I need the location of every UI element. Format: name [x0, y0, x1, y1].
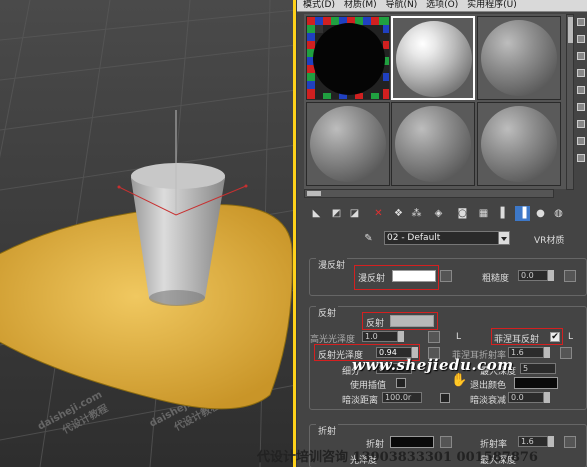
highlight-box	[491, 328, 563, 345]
ior-map-button[interactable]	[564, 436, 576, 448]
material-preview-sphere	[310, 106, 386, 182]
menu-options[interactable]: 选项(O)	[426, 0, 458, 10]
material-name-dropdown[interactable]	[498, 231, 510, 245]
material-preview-sphere	[396, 21, 472, 97]
dim-distance-label: 暗淡距离	[342, 396, 379, 406]
make-preview-icon[interactable]	[577, 103, 585, 111]
material-editor: 模式(D) 材质(M) 导航(N) 选项(O) 实用程序(U) ◣ ◩ ◪ ✕ …	[297, 0, 587, 467]
material-preview-sphere	[481, 20, 557, 96]
menu-mode[interactable]: 模式(D)	[303, 0, 335, 10]
get-material-icon[interactable]: ◣	[309, 206, 324, 221]
material-preview-sphere	[481, 106, 557, 182]
slots-horizontal-scrollbar[interactable]	[304, 189, 554, 198]
menu-material[interactable]: 材质(M)	[344, 0, 377, 10]
sample-slot-4[interactable]	[306, 102, 390, 186]
sample-slot-2[interactable]	[391, 16, 475, 100]
fresnel-lock-label[interactable]: L	[568, 332, 573, 342]
footer-caption: 代设计培训咨询 13903833301 001587876	[257, 450, 538, 465]
checker-background-icon	[307, 17, 389, 99]
make-copy-icon[interactable]: ❖	[391, 206, 406, 221]
background-icon[interactable]	[577, 52, 585, 60]
slots-vertical-scrollbar[interactable]	[566, 14, 574, 190]
fresnel-ior-map-button[interactable]	[560, 347, 572, 359]
side-toolbar	[577, 14, 587, 194]
material-name-row: ✎ 02 - Default VR材质	[309, 229, 587, 249]
sample-slot-5[interactable]	[391, 102, 475, 186]
dim-distance-checkbox[interactable]	[440, 393, 450, 403]
fresnel-ior-spinner-arrows[interactable]	[544, 347, 550, 358]
refraction-group-title: 折射	[316, 424, 339, 437]
select-by-material-icon[interactable]	[577, 137, 585, 145]
viewport[interactable]: daisheji.com 代设计教程 daisheji.com 代设计教程	[0, 0, 296, 467]
sample-slot-3[interactable]	[477, 16, 561, 100]
backlight-icon[interactable]	[577, 35, 585, 43]
active-viewport-border	[293, 0, 296, 467]
go-to-parent-icon[interactable]: ▐	[515, 206, 530, 221]
material-type-button[interactable]: VR材质	[534, 233, 564, 246]
sample-slot-1[interactable]	[306, 16, 390, 100]
material-navigator-icon[interactable]	[577, 154, 585, 162]
material-name-field[interactable]: 02 - Default	[384, 231, 510, 245]
ior-spinner-arrows[interactable]	[548, 436, 554, 447]
hand-cursor-icon: ✋	[451, 373, 468, 388]
dim-falloff-spinner-arrows[interactable]	[544, 392, 550, 403]
diffuse-map-button[interactable]	[440, 270, 452, 282]
use-interp-label: 使用插值	[350, 381, 387, 391]
material-map-navigator-icon[interactable]: ◍	[551, 206, 566, 221]
put-to-scene-icon[interactable]: ◩	[329, 206, 344, 221]
hilight-gloss-spinner[interactable]: 1.0	[362, 331, 398, 342]
hilight-gloss-spinner-arrows[interactable]	[398, 331, 404, 342]
dim-falloff-spinner[interactable]: 0.0	[508, 392, 544, 403]
roughness-spinner-arrows[interactable]	[548, 270, 554, 281]
scroll-thumb[interactable]	[568, 17, 573, 43]
roughness-map-button[interactable]	[564, 270, 576, 282]
dim-distance-spinner[interactable]: 100.0r	[382, 392, 422, 403]
make-unique-icon[interactable]: ⁂	[409, 206, 424, 221]
use-interp-checkbox[interactable]	[396, 378, 406, 388]
exit-color-label: 退出颜色	[470, 381, 507, 391]
highlight-box	[354, 265, 439, 290]
scroll-thumb[interactable]	[307, 191, 321, 196]
sample-slots	[304, 14, 568, 189]
site-watermark: www.shejiedu.com	[352, 356, 514, 374]
hilight-gloss-map-button[interactable]	[428, 331, 440, 343]
max-depth-spinner[interactable]: 5	[520, 363, 556, 374]
sample-type-icon[interactable]	[577, 18, 585, 26]
material-preview-sphere	[395, 106, 471, 182]
sample-slot-6[interactable]	[477, 102, 561, 186]
diffuse-group: 漫反射 漫反射 粗糙度 0.0	[309, 258, 587, 296]
video-check-icon[interactable]	[577, 86, 585, 94]
roughness-label: 粗糙度	[482, 274, 510, 284]
roughness-spinner[interactable]: 0.0	[518, 270, 548, 281]
go-forward-to-sibling-icon[interactable]: ●	[533, 206, 548, 221]
reflection-group-title: 反射	[316, 306, 339, 319]
show-end-result-icon[interactable]: ▌	[497, 206, 512, 221]
assign-to-selection-icon[interactable]: ◪	[347, 206, 362, 221]
reset-map-icon[interactable]: ✕	[371, 206, 386, 221]
put-to-library-icon[interactable]: ◈	[431, 206, 446, 221]
uv-tiling-icon[interactable]	[577, 69, 585, 77]
menu-utilities[interactable]: 实用程序(U)	[467, 0, 517, 10]
show-map-in-viewport-icon[interactable]: ▦	[476, 206, 491, 221]
exit-color-swatch[interactable]	[514, 377, 558, 389]
highlight-box	[362, 312, 438, 330]
options-icon[interactable]	[577, 120, 585, 128]
dim-falloff-label: 暗淡衰减	[470, 396, 507, 406]
viewport-scene: daisheji.com 代设计教程 daisheji.com 代设计教程	[0, 0, 296, 467]
menu-navigation[interactable]: 导航(N)	[386, 0, 418, 10]
menu-bar: 模式(D) 材质(M) 导航(N) 选项(O) 实用程序(U)	[297, 0, 587, 12]
pick-material-eyedropper-icon[interactable]: ✎	[361, 231, 376, 246]
material-id-channel-icon[interactable]: ◙	[455, 206, 470, 221]
material-toolbar: ◣ ◩ ◪ ✕ ❖ ⁂ ◈ ◙ ▦ ▌ ▐ ● ◍	[309, 206, 587, 224]
diffuse-group-title: 漫反射	[316, 258, 348, 271]
hilight-lock-label[interactable]: L	[456, 332, 461, 342]
